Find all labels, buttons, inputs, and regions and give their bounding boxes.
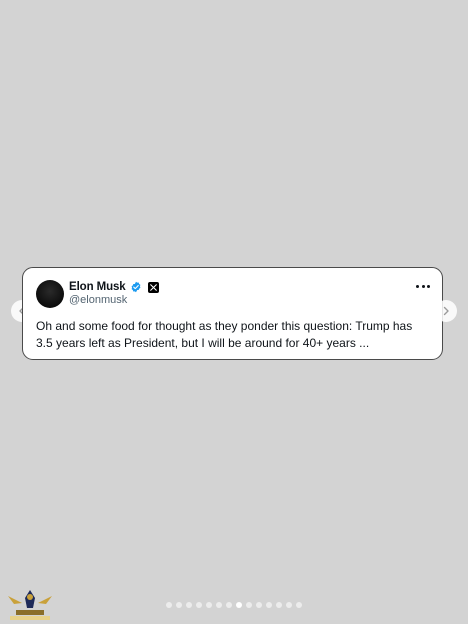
- carousel-dot[interactable]: [266, 602, 272, 608]
- author-display-name[interactable]: Elon Musk: [69, 281, 126, 293]
- carousel-dot[interactable]: [206, 602, 212, 608]
- carousel-dot[interactable]: [186, 602, 192, 608]
- verified-badge-icon: [131, 281, 141, 293]
- more-options-icon[interactable]: [416, 283, 430, 289]
- tweet-card: Elon Musk @elonmusk Oh and some food for…: [22, 267, 443, 360]
- tweet-author-row: Elon Musk: [69, 279, 159, 295]
- carousel-dot[interactable]: [256, 602, 262, 608]
- chevron-right-icon: [443, 306, 449, 316]
- carousel-dot[interactable]: [226, 602, 232, 608]
- carousel-dot[interactable]: [246, 602, 252, 608]
- author-handle[interactable]: @elonmusk: [69, 294, 127, 306]
- carousel-dot[interactable]: [276, 602, 282, 608]
- tweet-text: Oh and some food for thought as they pon…: [36, 319, 413, 350]
- carousel-next-button[interactable]: [435, 300, 457, 322]
- carousel-dot[interactable]: [176, 602, 182, 608]
- carousel-dot[interactable]: [236, 602, 242, 608]
- carousel-stage: Elon Musk @elonmusk Oh and some food for…: [0, 0, 468, 624]
- carousel-dot[interactable]: [196, 602, 202, 608]
- forum-logo: [8, 590, 52, 620]
- x-logo-icon: [147, 281, 159, 293]
- avatar[interactable]: [36, 280, 64, 308]
- carousel-dot[interactable]: [286, 602, 292, 608]
- carousel-dots: [166, 602, 302, 608]
- carousel-dot[interactable]: [166, 602, 172, 608]
- carousel-dot[interactable]: [296, 602, 302, 608]
- carousel-dot[interactable]: [216, 602, 222, 608]
